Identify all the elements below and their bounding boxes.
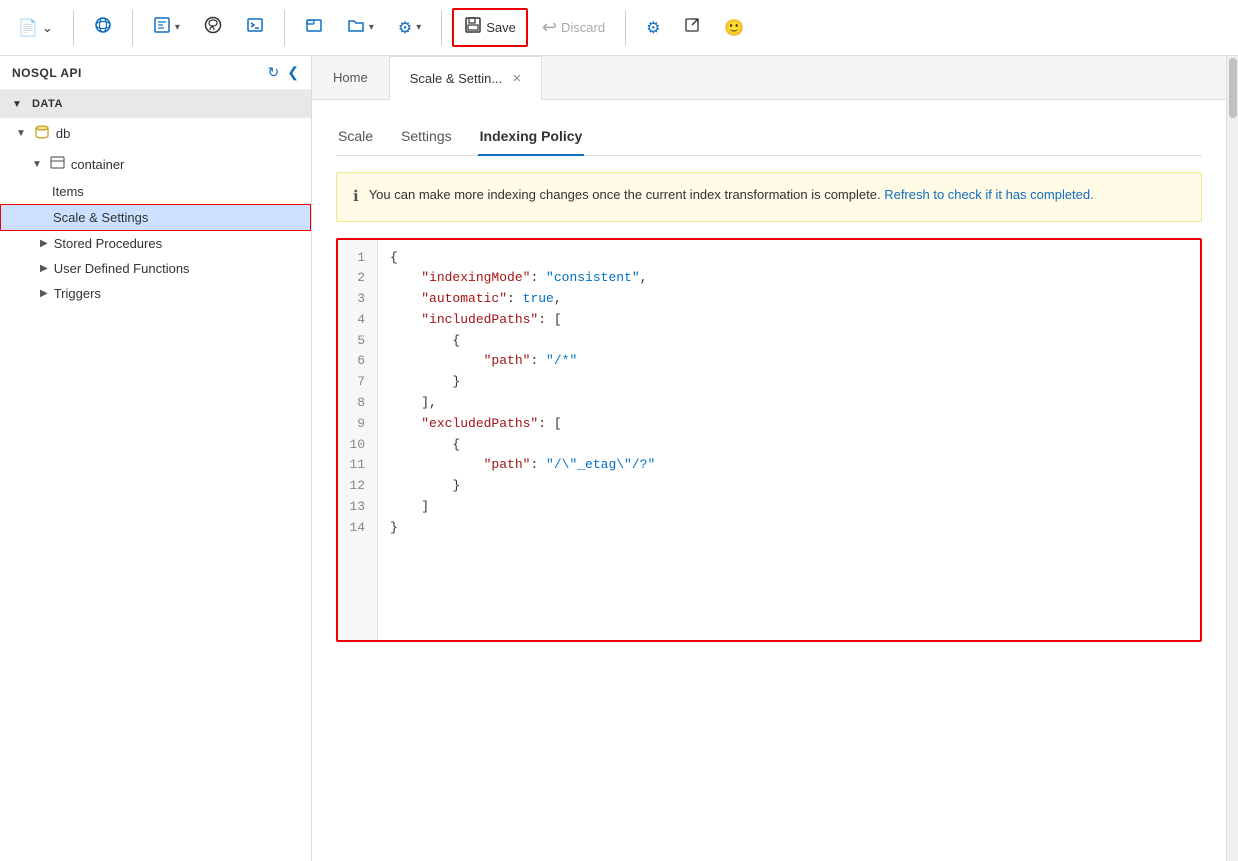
sidebar-title: NOSQL API [12, 66, 82, 80]
scrollbar-thumb[interactable] [1229, 58, 1237, 118]
separator-5 [625, 10, 626, 46]
save-label: Save [486, 20, 516, 35]
separator-3 [284, 10, 285, 46]
collapse-icon[interactable]: ❮ [287, 64, 299, 81]
feedback-button[interactable]: 🙂 [714, 12, 754, 44]
tab-scale-settings[interactable]: Scale & Settin... ✕ [389, 56, 543, 100]
smiley-icon: 🙂 [724, 18, 744, 38]
github-button[interactable] [194, 10, 232, 45]
new-tab-button[interactable] [295, 10, 333, 45]
discard-label: Discard [561, 20, 605, 35]
cosmos-icon [94, 16, 112, 39]
export-button[interactable] [674, 11, 710, 44]
main-area: NOSQL API ↻ ❮ ▼ DATA ▼ db ▼ container [0, 56, 1238, 861]
info-link[interactable]: Refresh to check if it has completed. [884, 187, 1094, 202]
gear-icon: ⚙ [398, 18, 412, 38]
sub-tab-settings-label: Settings [401, 128, 452, 144]
code-content[interactable]: { "indexingMode": "consistent", "automat… [378, 240, 1200, 640]
gear2-icon: ⚙ [646, 18, 660, 38]
chevron-icon: ▾ [175, 22, 180, 33]
terminal-icon [246, 16, 264, 39]
open-query-button[interactable]: ▾ [143, 10, 190, 45]
save-icon [464, 16, 482, 39]
settings-gear-button[interactable]: ⚙ ▾ [388, 12, 431, 44]
sidebar-item-triggers[interactable]: ▶ Triggers [0, 281, 311, 306]
new-label: ⌄ [42, 20, 53, 36]
github-icon [204, 16, 222, 39]
discard-icon: ↩ [542, 17, 557, 38]
refresh-icon[interactable]: ↻ [268, 64, 280, 81]
separator-1 [73, 10, 74, 46]
sidebar-item-scale-settings[interactable]: Scale & Settings [0, 204, 311, 231]
container-label: container [71, 157, 124, 172]
db-label: db [56, 126, 70, 141]
sub-tab-settings[interactable]: Settings [399, 120, 454, 156]
sidebar-header: NOSQL API ↻ ❮ [0, 56, 311, 90]
tree-arrow-icon: ▼ [32, 159, 42, 170]
sub-tab-scale[interactable]: Scale [336, 120, 375, 156]
content-area: Home Scale & Settin... ✕ Scale [312, 56, 1238, 861]
export-icon [684, 17, 700, 38]
query-icon [153, 16, 171, 39]
sidebar: NOSQL API ↻ ❮ ▼ DATA ▼ db ▼ container [0, 56, 312, 861]
triggers-label: Triggers [54, 286, 101, 301]
separator-2 [132, 10, 133, 46]
folder-icon [347, 16, 365, 39]
db-icon [34, 124, 50, 143]
tab-home[interactable]: Home [312, 56, 389, 99]
save-button[interactable]: Save [452, 8, 528, 47]
sidebar-header-icons: ↻ ❮ [268, 64, 299, 81]
tab-scale-settings-label: Scale & Settin... [410, 71, 503, 86]
arrow-icon: ▶ [40, 263, 48, 274]
tab-close-icon[interactable]: ✕ [512, 72, 521, 85]
sub-tab-bar: Scale Settings Indexing Policy [336, 120, 1202, 156]
sub-tab-indexing-policy[interactable]: Indexing Policy [478, 120, 585, 156]
tree-arrow-icon: ▼ [16, 128, 26, 139]
settings2-button[interactable]: ⚙ [636, 12, 670, 44]
info-banner: ℹ You can make more indexing changes onc… [336, 172, 1202, 222]
code-editor-wrapper: 12345 678910 11121314 { "indexingMode": … [336, 238, 1202, 642]
container-icon [50, 155, 65, 173]
toolbar: 📄 ⌄ ▾ ▾ ⚙ ▾ [0, 0, 1238, 56]
tab-home-label: Home [333, 70, 368, 85]
data-section-label: ▼ DATA [0, 90, 311, 118]
tab-bar: Home Scale & Settin... ✕ [312, 56, 1226, 100]
sub-tab-indexing-policy-label: Indexing Policy [480, 128, 583, 144]
scale-settings-label: Scale & Settings [53, 210, 148, 225]
new-document-icon: 📄 [18, 18, 38, 38]
sidebar-item-items[interactable]: Items [0, 179, 311, 204]
sidebar-item-container[interactable]: ▼ container [0, 149, 311, 179]
line-numbers: 12345 678910 11121314 [338, 240, 378, 640]
arrow-icon: ▶ [40, 288, 48, 299]
page-content: Scale Settings Indexing Policy ℹ Y [312, 100, 1226, 861]
cosmos-button[interactable] [84, 10, 122, 45]
chevron-icon: ▾ [369, 22, 374, 33]
scrollbar-track[interactable] [1226, 56, 1238, 861]
section-arrow-icon: ▼ [12, 99, 22, 110]
folder-button[interactable]: ▾ [337, 10, 384, 45]
info-message: You can make more indexing changes once … [369, 185, 1094, 205]
sidebar-item-stored-procedures[interactable]: ▶ Stored Procedures [0, 231, 311, 256]
separator-4 [441, 10, 442, 46]
arrow-icon: ▶ [40, 238, 48, 249]
chevron-icon: ▾ [416, 22, 421, 33]
sidebar-item-db[interactable]: ▼ db [0, 118, 311, 149]
code-editor[interactable]: 12345 678910 11121314 { "indexingMode": … [338, 240, 1200, 640]
terminal-button[interactable] [236, 10, 274, 45]
info-icon: ℹ [353, 186, 359, 209]
discard-button[interactable]: ↩ Discard [532, 11, 615, 44]
items-label: Items [52, 184, 84, 199]
stored-procedures-label: Stored Procedures [54, 236, 162, 251]
sidebar-item-udf[interactable]: ▶ User Defined Functions [0, 256, 311, 281]
new-tab-icon [305, 16, 323, 39]
sub-tab-scale-label: Scale [338, 128, 373, 144]
new-container-button[interactable]: 📄 ⌄ [8, 12, 63, 44]
udf-label: User Defined Functions [54, 261, 190, 276]
